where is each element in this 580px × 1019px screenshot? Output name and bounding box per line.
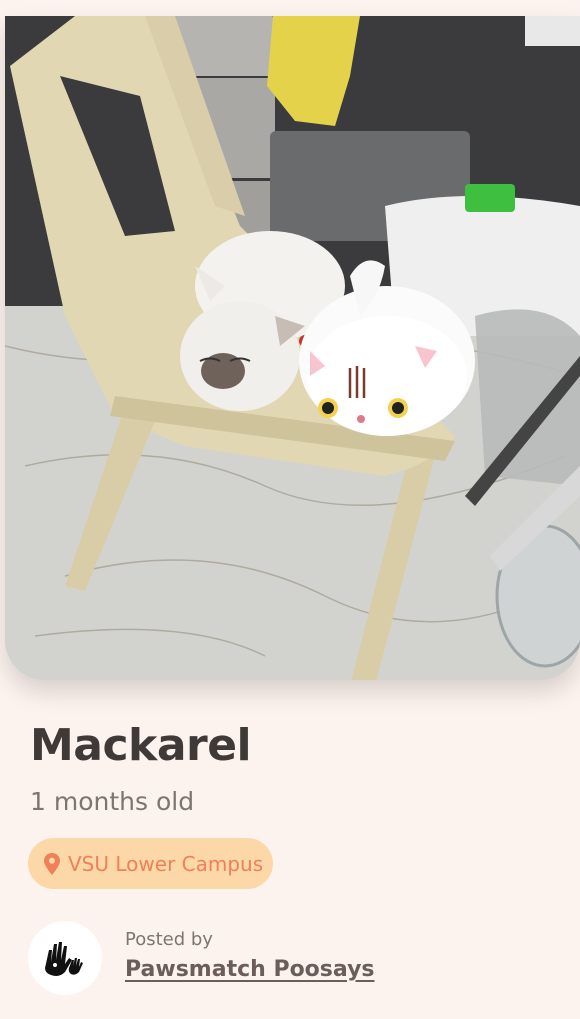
paw-hands-logo-icon: [45, 942, 83, 976]
location-text: VSU Lower Campus: [68, 851, 264, 876]
poster-name-link[interactable]: Pawsmatch Poosays: [125, 957, 375, 982]
map-pin-icon: [44, 852, 60, 875]
pet-photo: [5, 16, 580, 680]
location-badge[interactable]: VSU Lower Campus: [28, 838, 273, 889]
pet-name: Mackarel: [30, 720, 252, 771]
poster-avatar[interactable]: [28, 921, 102, 995]
posted-by-label: Posted by: [125, 929, 213, 950]
pet-age: 1 months old: [30, 787, 195, 816]
